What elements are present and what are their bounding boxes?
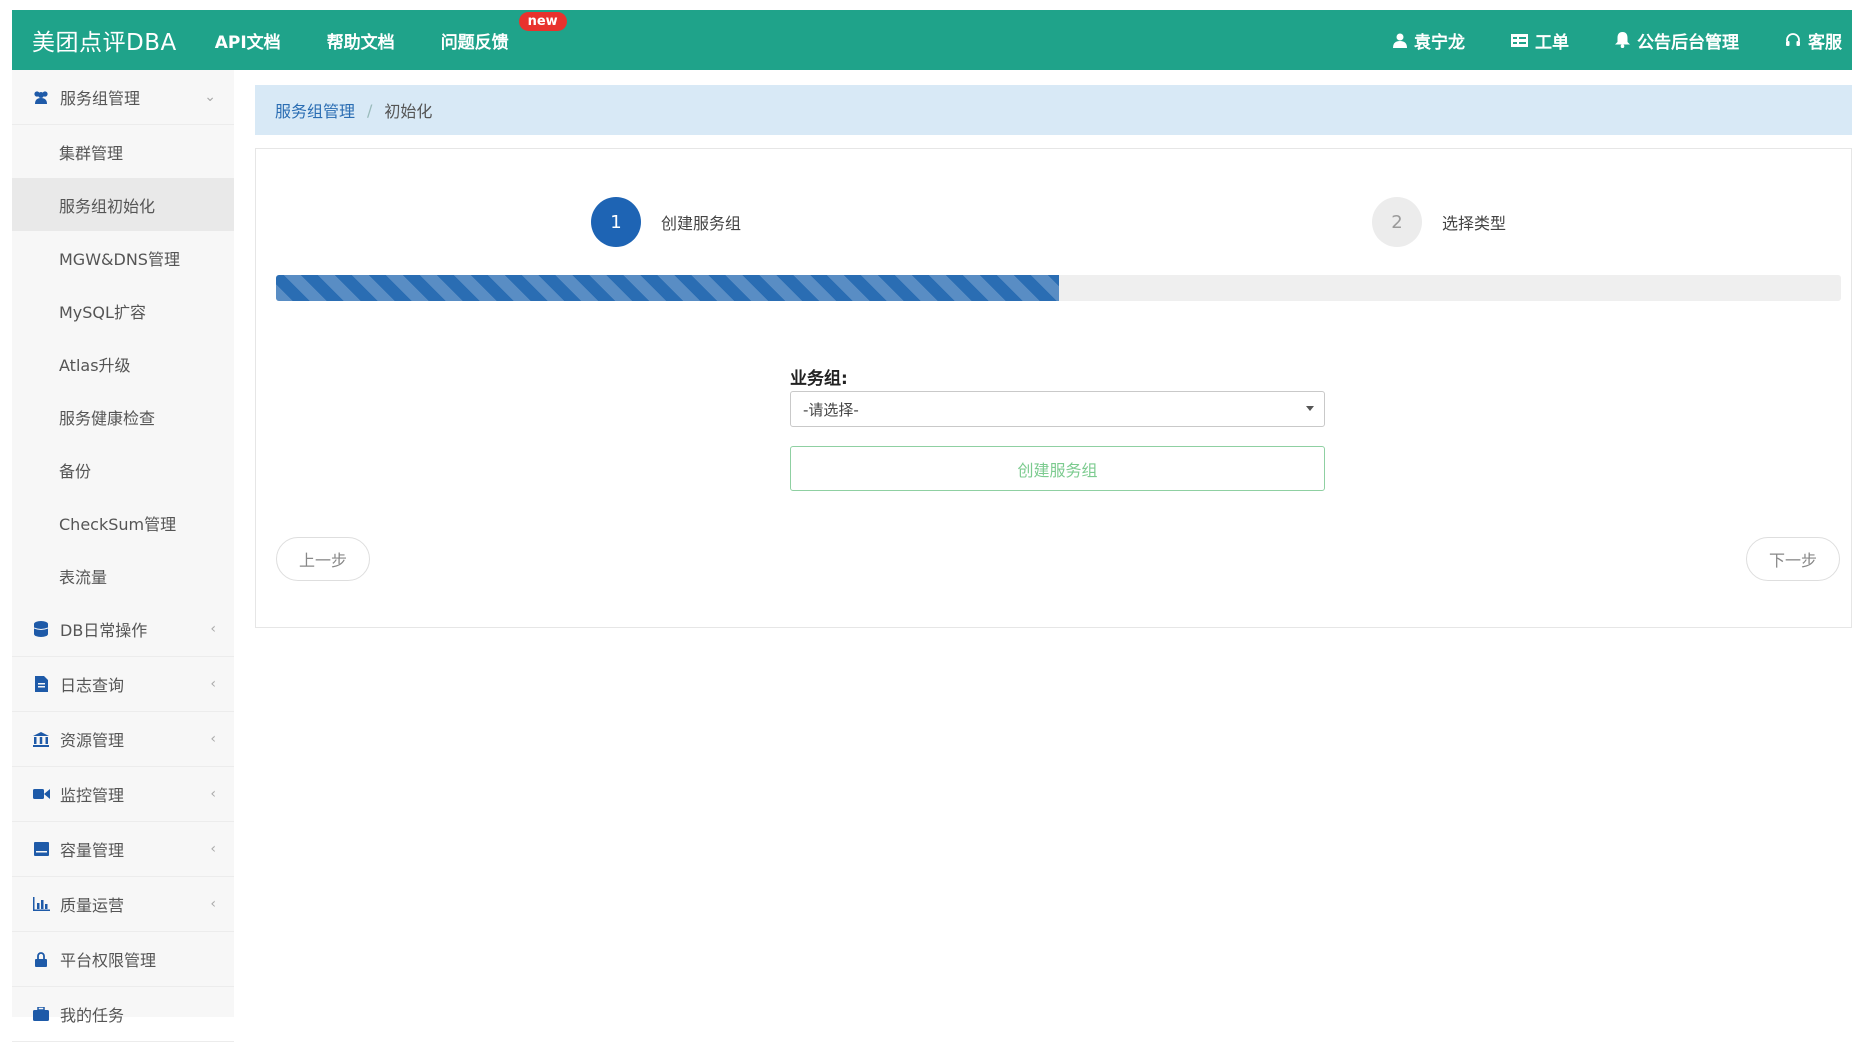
nav-feedback[interactable]: 问题反馈 new bbox=[440, 11, 567, 53]
breadcrumb-current: 初始化 bbox=[384, 102, 433, 121]
nav-ticket-label: 工单 bbox=[1535, 32, 1569, 53]
business-group-label: 业务组: bbox=[790, 369, 848, 389]
step-label: 选择类型 bbox=[1442, 214, 1507, 233]
breadcrumb-separator: / bbox=[367, 100, 373, 120]
nav-feedback-label: 问题反馈 bbox=[440, 32, 509, 53]
sidebar-item-mysql-expand[interactable]: MySQL扩容 bbox=[12, 284, 234, 337]
sidebar-group-monitor[interactable]: 监控管理 ‹ bbox=[12, 767, 234, 822]
sidebar-item-checksum[interactable]: CheckSum管理 bbox=[12, 496, 234, 549]
chart-icon bbox=[32, 896, 50, 912]
breadcrumb-parent[interactable]: 服务组管理 bbox=[275, 98, 355, 122]
nav-support-label: 客服 bbox=[1808, 32, 1842, 53]
sidebar-group-label: DB日常操作 bbox=[60, 621, 148, 640]
database-icon bbox=[32, 621, 50, 637]
sidebar-group-service-group[interactable]: 服务组管理 ⌄ bbox=[12, 70, 234, 125]
sidebar-group-label: 我的任务 bbox=[60, 1006, 125, 1025]
progress-fill bbox=[276, 275, 1059, 301]
file-icon bbox=[32, 676, 50, 692]
business-group-select[interactable]: -请选择- bbox=[790, 391, 1325, 427]
sidebar-group-label: 监控管理 bbox=[60, 786, 125, 805]
sidebar-group-label: 质量运营 bbox=[60, 896, 125, 915]
sidebar-group-my-tasks[interactable]: 我的任务 bbox=[12, 987, 234, 1042]
prev-step-button[interactable]: 上一步 bbox=[276, 537, 370, 581]
sidebar-group-label: 服务组管理 bbox=[60, 89, 141, 108]
sidebar-group-db-ops[interactable]: DB日常操作 ‹ bbox=[12, 602, 234, 657]
lock-icon bbox=[32, 951, 50, 967]
sidebar-item-mgw-dns[interactable]: MGW&DNS管理 bbox=[12, 231, 234, 284]
sidebar-item-backup[interactable]: 备份 bbox=[12, 443, 234, 496]
ticket-icon bbox=[1511, 33, 1528, 47]
drive-icon bbox=[32, 841, 50, 857]
caret-down-icon bbox=[1306, 406, 1314, 411]
sidebar-group-log-query[interactable]: 日志查询 ‹ bbox=[12, 657, 234, 712]
sidebar-item-table-traffic[interactable]: 表流量 bbox=[12, 549, 234, 602]
nav-ticket[interactable]: 工单 bbox=[1511, 28, 1569, 53]
sidebar-item-cluster[interactable]: 集群管理 bbox=[12, 125, 234, 178]
chevron-left-icon: ‹ bbox=[210, 841, 216, 857]
nav-user-label: 袁宁龙 bbox=[1414, 32, 1465, 53]
wizard-step-2[interactable]: 2 选择类型 bbox=[1372, 197, 1506, 247]
wizard-step-1[interactable]: 1 创建服务组 bbox=[591, 197, 741, 247]
sidebar-group-label: 日志查询 bbox=[60, 676, 125, 695]
chevron-left-icon: ‹ bbox=[210, 786, 216, 802]
breadcrumb: 服务组管理 / 初始化 bbox=[255, 85, 1852, 135]
step-label: 创建服务组 bbox=[661, 214, 742, 233]
nav-support[interactable]: 客服 bbox=[1785, 28, 1842, 53]
create-service-group-button[interactable]: 创建服务组 bbox=[790, 446, 1325, 491]
sidebar-group-label: 平台权限管理 bbox=[60, 951, 157, 970]
bell-icon bbox=[1615, 32, 1630, 48]
nav-api-docs[interactable]: API文档 bbox=[215, 28, 281, 53]
brand-logo[interactable]: 美团点评DBA bbox=[32, 23, 177, 57]
sidebar-item-health-check[interactable]: 服务健康检查 bbox=[12, 390, 234, 443]
navbar-right: 袁宁龙 工单 公告后台管理 客服 bbox=[1393, 28, 1852, 53]
sidebar-item-service-group-init[interactable]: 服务组初始化 bbox=[12, 178, 234, 231]
bank-icon bbox=[32, 731, 50, 747]
chevron-left-icon: ‹ bbox=[210, 676, 216, 692]
step-number-circle: 1 bbox=[591, 197, 641, 247]
sidebar: 服务组管理 ⌄ 集群管理 服务组初始化 MGW&DNS管理 MySQL扩容 At… bbox=[12, 70, 234, 1042]
nav-announcement-admin[interactable]: 公告后台管理 bbox=[1615, 28, 1739, 53]
chevron-down-icon: ⌄ bbox=[204, 89, 216, 105]
top-navbar: 美团点评DBA API文档 帮助文档 问题反馈 new 袁宁龙 工单 公告后台管… bbox=[12, 10, 1852, 70]
sidebar-group-permissions[interactable]: 平台权限管理 bbox=[12, 932, 234, 987]
nav-help-docs[interactable]: 帮助文档 bbox=[327, 28, 395, 53]
chevron-left-icon: ‹ bbox=[210, 896, 216, 912]
sidebar-group-label: 容量管理 bbox=[60, 841, 125, 860]
wizard-progress-bar bbox=[276, 275, 1841, 301]
sidebar-group-capacity[interactable]: 容量管理 ‹ bbox=[12, 822, 234, 877]
nav-announcement-label: 公告后台管理 bbox=[1637, 32, 1739, 53]
step-number-circle: 2 bbox=[1372, 197, 1422, 247]
chevron-left-icon: ‹ bbox=[210, 731, 216, 747]
wizard-panel: 1 创建服务组 2 选择类型 业务组: -请选择- 创建服务组 上一步 下一步 bbox=[255, 148, 1852, 628]
user-icon bbox=[1393, 33, 1407, 48]
sidebar-item-atlas-upgrade[interactable]: Atlas升级 bbox=[12, 337, 234, 390]
select-value: -请选择- bbox=[803, 400, 859, 419]
new-badge: new bbox=[518, 11, 567, 31]
briefcase-icon bbox=[32, 1006, 50, 1022]
video-icon bbox=[32, 786, 50, 802]
chevron-left-icon: ‹ bbox=[210, 621, 216, 637]
users-icon bbox=[32, 89, 50, 105]
nav-user[interactable]: 袁宁龙 bbox=[1393, 28, 1465, 53]
sidebar-group-label: 资源管理 bbox=[60, 731, 125, 750]
headset-icon bbox=[1785, 32, 1801, 48]
sidebar-group-resource[interactable]: 资源管理 ‹ bbox=[12, 712, 234, 767]
sidebar-group-quality[interactable]: 质量运营 ‹ bbox=[12, 877, 234, 932]
next-step-button[interactable]: 下一步 bbox=[1746, 537, 1840, 581]
